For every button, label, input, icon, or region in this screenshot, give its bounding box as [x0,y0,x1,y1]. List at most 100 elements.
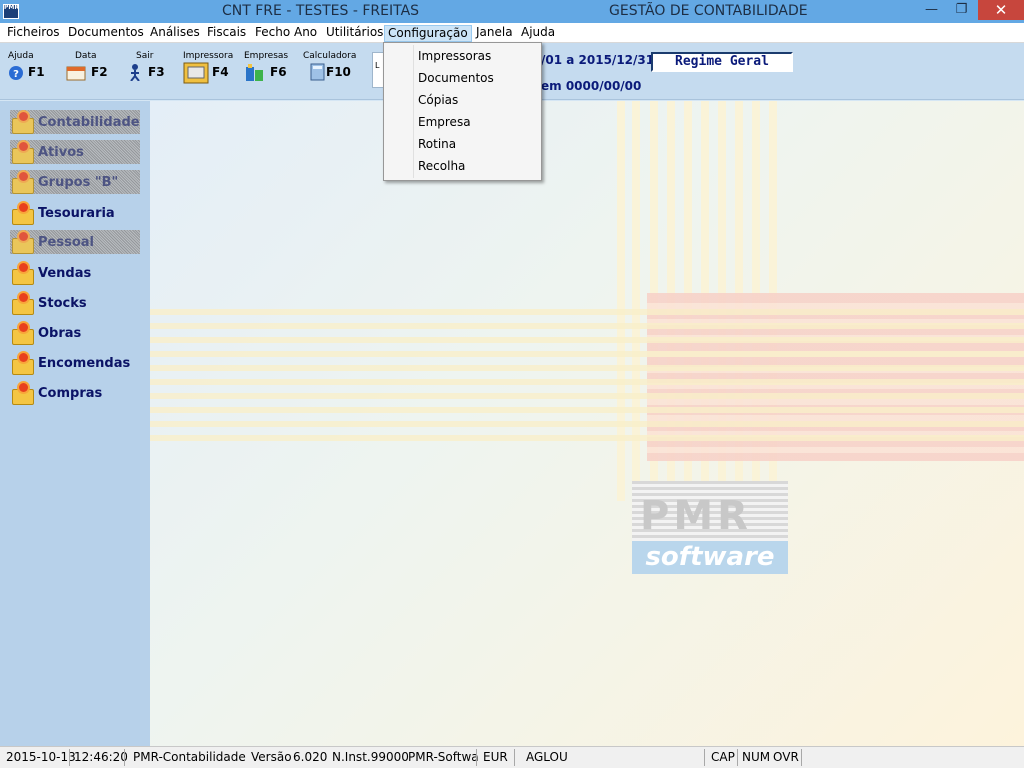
menu-item-copias[interactable]: Cópias [418,90,538,110]
calculator-key: F10 [326,65,351,79]
menu-item-documentos[interactable]: Documentos [418,68,538,88]
menu-analises[interactable]: Análises [147,25,203,42]
background-stripe [150,365,1024,371]
module-vendas[interactable]: Vendas [10,260,140,286]
pmr-logo-text: PMR [640,493,752,539]
menu-janela[interactable]: Janela [473,25,516,42]
help-icon: ? [9,66,23,80]
background-stripe [150,393,1024,399]
calculator-button[interactable]: Calculadora F10 [303,51,357,87]
module-label: Obras [38,325,82,341]
status-divider [737,749,738,766]
module-label: Vendas [38,265,92,281]
minimize-button[interactable]: — [918,0,945,20]
folder-icon [10,292,34,315]
status-num: NUM [742,750,771,764]
printer-key: F4 [212,65,229,79]
module-obras[interactable]: Obras [10,320,140,346]
module-grupos-b[interactable]: Grupos "B" [10,170,140,194]
module-encomendas[interactable]: Encomendas [10,350,140,376]
module-label: Tesouraria [38,205,115,221]
calculator-caption: Calculadora [303,51,357,61]
module-contabilidade[interactable]: Contabilidade [10,110,140,134]
menu-ajuda[interactable]: Ajuda [518,25,558,42]
pmr-logo-software: software [632,541,788,574]
app-subtitle: GESTÃO DE CONTABILIDADE [609,3,808,19]
menu-item-rotina[interactable]: Rotina [418,134,538,154]
module-tesouraria[interactable]: Tesouraria [10,200,140,226]
dropdown-separator [413,45,414,178]
folder-icon [10,322,34,345]
status-product: PMR-Contabilidade [133,750,246,764]
menu-fiscais[interactable]: Fiscais [204,25,249,42]
status-ovr: OVR [773,750,799,764]
menu-documentos[interactable]: Documentos [65,25,147,42]
help-button[interactable]: Ajuda ? F1 [8,51,48,87]
date-key: F2 [91,65,108,79]
module-label: Grupos "B" [38,174,119,190]
background-stripe [150,323,1024,329]
title-bar: PMR CNT FRE - TESTES - FREITAS GESTÃO DE… [0,0,1024,23]
menu-fecho-ano[interactable]: Fecho Ano [252,25,320,42]
status-version-label: Versão [251,750,292,764]
companies-icon [246,64,263,81]
calendar-icon [66,66,86,81]
folder-icon [10,202,34,225]
help-key: F1 [28,65,45,79]
printer-button[interactable]: Impressora F4 [183,51,233,87]
status-divider [69,749,70,766]
status-time: 12:46:20 [74,750,128,764]
menu-utilitarios[interactable]: Utilitários [323,25,386,42]
module-ativos[interactable]: Ativos [10,140,140,164]
menu-item-empresa[interactable]: Empresa [418,112,538,132]
close-button[interactable]: ✕ [978,0,1024,20]
companies-button[interactable]: Empresas F6 [244,51,294,87]
status-divider [124,749,125,766]
status-version: 6.020 [293,750,328,764]
folder-icon [10,231,34,254]
background-stripe [150,435,1024,441]
folder-icon [10,111,34,134]
exit-button[interactable]: Sair F3 [126,51,166,87]
menu-item-impressoras[interactable]: Impressoras [418,46,538,66]
restore-button[interactable]: ❐ [948,0,975,20]
printer-caption: Impressora [183,51,234,61]
window-title: CNT FRE - TESTES - FREITAS [222,3,420,19]
folder-icon [10,141,34,164]
status-divider [476,749,477,766]
menu-bar: Ficheiros Documentos Análises Fiscais Fe… [0,23,1024,43]
companies-key: F6 [270,65,287,79]
status-cap: CAP [711,750,735,764]
folder-icon [10,262,34,285]
menu-configuracao[interactable]: Configuração [384,25,472,42]
workspace: PMR software [150,101,1024,746]
status-vendor: PMR-Softwa [408,750,479,764]
date-caption: Data [75,51,97,61]
status-user: AGLOU [526,750,568,764]
background-stripe [150,379,1024,385]
menu-ficheiros[interactable]: Ficheiros [4,25,63,42]
status-divider [704,749,705,766]
module-label: Ativos [38,144,84,160]
module-compras[interactable]: Compras [10,380,140,406]
module-stocks[interactable]: Stocks [10,290,140,316]
status-currency: EUR [483,750,508,764]
svg-text:?: ? [13,69,19,80]
module-label: Contabilidade [38,114,140,130]
status-bar: 2015-10-13 12:46:20 PMR-Contabilidade Ve… [0,746,1024,768]
folder-icon [10,352,34,375]
module-label: Encomendas [38,355,131,371]
status-divider [801,749,802,766]
module-label: Pessoal [38,234,94,250]
menu-item-recolha[interactable]: Recolha [418,156,538,176]
background-stripe [632,101,640,501]
module-pessoal[interactable]: Pessoal [10,230,140,254]
background-stripe [150,337,1024,343]
date-button[interactable]: Data F2 [66,51,110,87]
folder-icon [10,382,34,405]
background-stripe [617,101,625,501]
module-sidebar: Contabilidade Ativos Grupos "B" Tesourar… [0,101,150,746]
app-icon[interactable]: PMR [3,4,19,19]
background-stripe [150,351,1024,357]
folder-icon [10,171,34,194]
